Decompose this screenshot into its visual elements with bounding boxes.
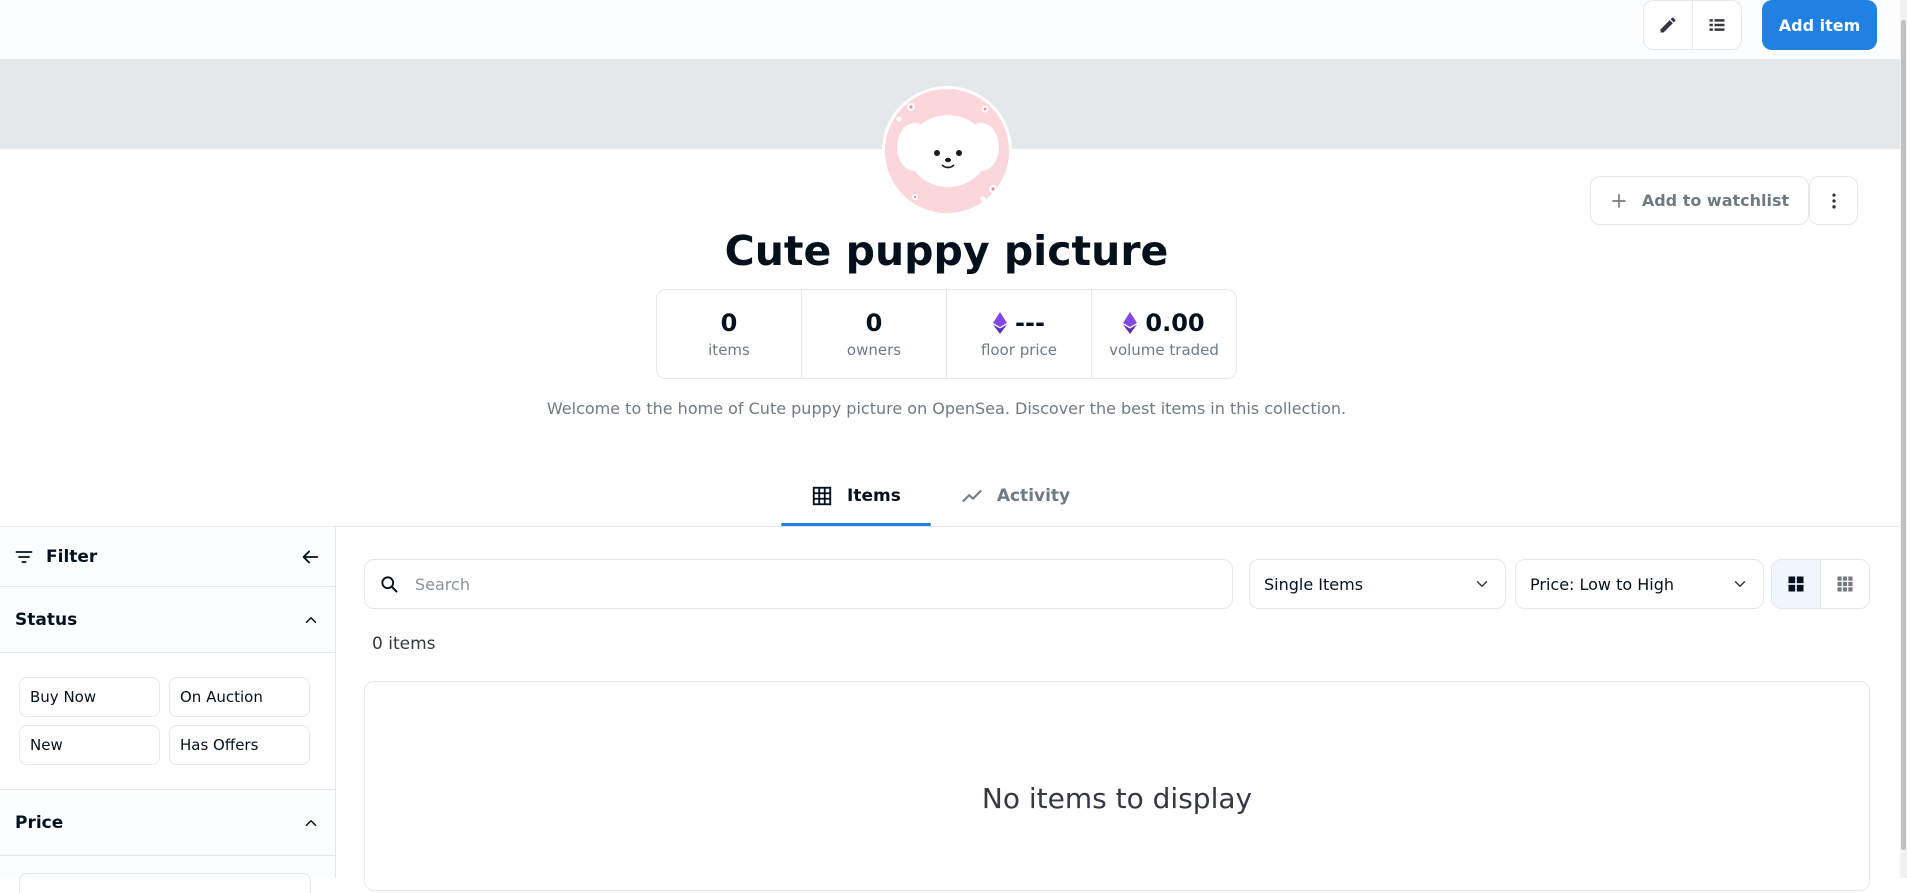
tab-items[interactable]: Items — [781, 466, 931, 526]
collection-title: Cute puppy picture — [724, 227, 1169, 275]
chevron-up-icon — [302, 611, 320, 629]
stat-label: volume traded — [1109, 341, 1219, 359]
edit-button[interactable] — [1644, 1, 1692, 49]
watchlist-label: Add to watchlist — [1641, 191, 1790, 210]
price-currency-select[interactable] — [19, 873, 311, 893]
stat-items[interactable]: 0 items — [657, 290, 801, 378]
small-grid-view-button[interactable] — [1820, 560, 1869, 608]
large-grid-icon — [1788, 576, 1804, 592]
plus-icon — [1612, 193, 1626, 208]
stat-value: 0 — [866, 309, 883, 337]
search-input[interactable] — [413, 573, 1193, 595]
status-new-button[interactable]: New — [19, 725, 160, 765]
chevron-down-icon — [1473, 575, 1491, 593]
sort-value: Price: Low to High — [1530, 574, 1675, 594]
add-to-watchlist-button[interactable]: Add to watchlist — [1590, 176, 1809, 225]
chevron-down-icon — [1731, 575, 1749, 593]
stat-value: --- — [993, 309, 1045, 337]
chevron-up-icon — [302, 814, 320, 832]
large-grid-view-button[interactable] — [1772, 560, 1820, 608]
stat-number: 0 — [865, 309, 883, 337]
scrollbar-thumb[interactable] — [1901, 20, 1906, 850]
small-grid-icon — [1837, 576, 1853, 592]
item-count: 0 items — [372, 634, 436, 654]
filter-icon — [15, 550, 33, 563]
list-view-icon — [1709, 19, 1725, 31]
tab-label: Activity — [996, 486, 1071, 506]
more-vertical-icon — [1831, 193, 1836, 208]
empty-message: No items to display — [981, 782, 1253, 815]
search-icon — [381, 576, 398, 593]
filter-sidebar: Filter Status Buy Now On Auction New Has… — [0, 527, 336, 893]
stat-number: 0 — [720, 309, 738, 337]
collapse-filter-button[interactable] — [299, 546, 321, 568]
price-label: Price — [15, 812, 64, 833]
status-label: Status — [15, 609, 78, 630]
item-type-select[interactable]: Single Items — [1249, 559, 1506, 609]
more-options-button[interactable] — [1809, 176, 1858, 225]
add-item-button[interactable]: Add item — [1762, 0, 1877, 50]
stat-label: items — [708, 341, 750, 359]
puppy-avatar-icon — [885, 89, 1009, 213]
page-scrollbar[interactable] — [1900, 0, 1907, 878]
price-section-toggle[interactable]: Price — [0, 790, 335, 856]
pencil-icon — [1660, 17, 1676, 33]
stat-label: owners — [846, 341, 902, 359]
status-options: Buy Now On Auction New Has Offers — [0, 653, 335, 790]
stat-owners[interactable]: 0 owners — [801, 290, 946, 378]
stat-number: --- — [1015, 309, 1045, 337]
status-on-auction-button[interactable]: On Auction — [169, 677, 310, 717]
owner-tools — [1643, 0, 1742, 50]
search-bar — [364, 559, 1233, 609]
status-section-toggle[interactable]: Status — [0, 587, 335, 653]
filter-header: Filter — [0, 527, 335, 587]
status-has-offers-button[interactable]: Has Offers — [169, 725, 310, 765]
status-buy-now-button[interactable]: Buy Now — [19, 677, 160, 717]
tab-label: Items — [847, 486, 901, 506]
item-type-value: Single Items — [1264, 574, 1364, 594]
collection-description: Welcome to the home of Cute puppy pictur… — [546, 399, 1347, 418]
items-grid-empty: No items to display — [364, 681, 1870, 891]
filter-label: Filter — [46, 546, 98, 567]
collection-stats: 0 items 0 owners --- floor price 0.00 vo… — [656, 289, 1237, 379]
sort-select[interactable]: Price: Low to High — [1515, 559, 1764, 609]
ethereum-icon — [1123, 312, 1138, 334]
arrow-left-icon — [302, 550, 319, 563]
stat-value: 0.00 — [1123, 309, 1205, 337]
activity-chart-icon — [961, 489, 982, 503]
stat-volume-traded[interactable]: 0.00 volume traded — [1091, 290, 1236, 378]
collection-avatar — [882, 86, 1012, 216]
stat-floor-price[interactable]: --- floor price — [946, 290, 1091, 378]
stat-label: floor price — [980, 341, 1058, 359]
top-bar: Add item — [0, 0, 1900, 60]
tab-activity[interactable]: Activity — [931, 466, 1100, 526]
list-view-button[interactable] — [1692, 1, 1741, 49]
view-toggle — [1771, 559, 1870, 609]
collection-tabs: Items Activity — [781, 466, 1100, 526]
stat-number: 0.00 — [1145, 309, 1205, 337]
stat-value: 0 — [721, 309, 738, 337]
ethereum-icon — [993, 312, 1008, 334]
grid-icon — [812, 486, 832, 506]
